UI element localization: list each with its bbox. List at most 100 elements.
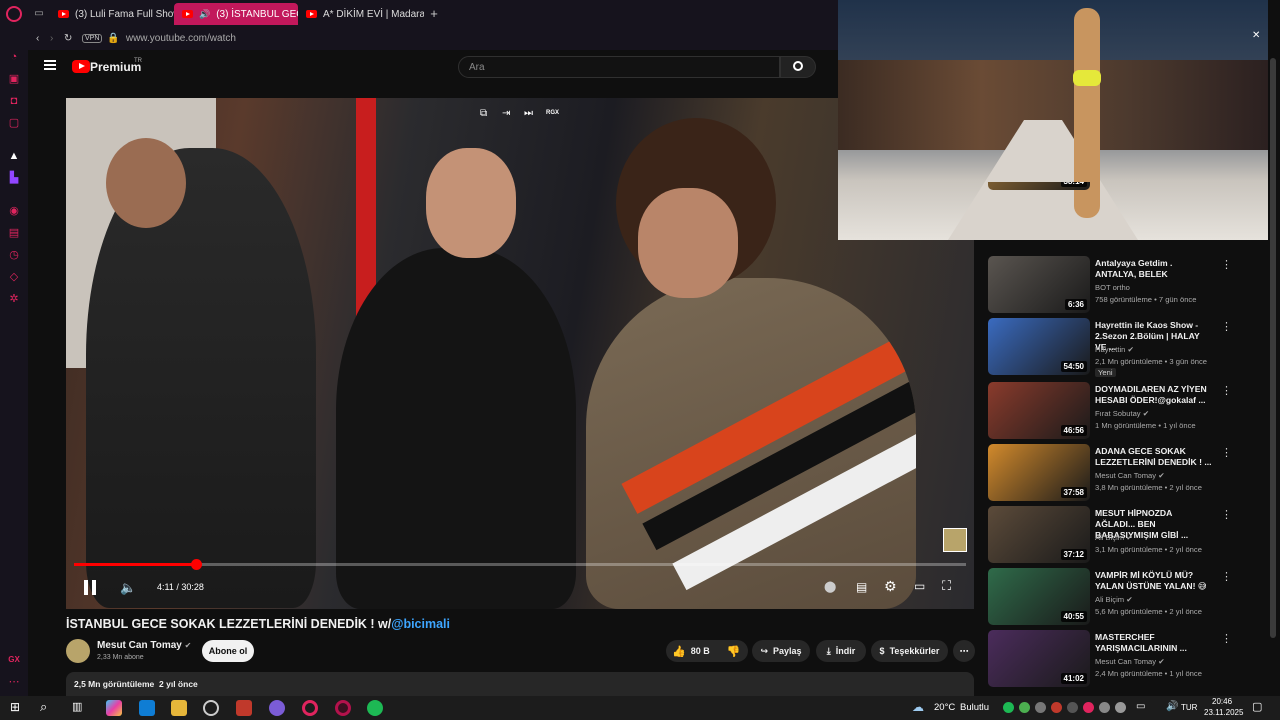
vpn-badge[interactable]: VPN — [82, 33, 103, 43]
channel-watermark[interactable] — [943, 528, 967, 552]
speaker-icon[interactable]: 🔊 — [199, 9, 210, 20]
instagram-icon[interactable]: ▢ — [8, 117, 20, 129]
tray-discord-icon[interactable] — [1035, 702, 1046, 713]
back-icon[interactable]: ‹ — [36, 33, 50, 44]
share-button[interactable]: ↪ Paylaş — [752, 640, 810, 662]
bookmark-icon[interactable]: ▤ — [8, 227, 20, 239]
like-count[interactable]: 80 B — [691, 646, 710, 656]
copilot-icon[interactable] — [106, 700, 122, 716]
thanks-button[interactable]: $ Teşekkürler — [871, 640, 948, 662]
miniplayer-icon[interactable]: ⧉ — [480, 108, 487, 119]
settings-gear-icon[interactable]: ⚙ — [884, 578, 897, 595]
tab-dikim-evi[interactable]: A* DİKİM EVİ | Madara Ol — [298, 3, 424, 25]
popup-close-icon[interactable]: ✕ — [1252, 30, 1260, 41]
channel-name[interactable]: Mesut Can Tomay ✔ — [97, 640, 191, 651]
tray-misc-icon[interactable] — [1067, 702, 1078, 713]
video-thumbnail[interactable]: 41:02 — [988, 630, 1090, 687]
menu-icon[interactable] — [44, 60, 56, 70]
tab-overview-icon[interactable]: ▭ — [28, 8, 50, 19]
weather-icon[interactable]: ☁ — [912, 700, 924, 714]
video-menu-icon[interactable]: ⋮ — [1221, 446, 1232, 459]
video-title[interactable]: VAMPİR Mİ KÖYLÜ MÜ? YALAN ÜSTÜNE YALAN! … — [1095, 570, 1213, 592]
file-explorer-icon[interactable] — [171, 700, 187, 716]
more-icon[interactable]: ⋯ — [8, 676, 20, 688]
pause-button[interactable] — [84, 580, 96, 595]
volume-icon[interactable]: 🔈 — [120, 580, 136, 596]
video-menu-icon[interactable]: ⋮ — [1221, 632, 1232, 645]
description-box[interactable]: 2,5 Mn görüntüleme 2 yıl önce — [66, 672, 974, 696]
video-menu-icon[interactable]: ⋮ — [1221, 384, 1232, 397]
opera-logo-icon[interactable] — [6, 6, 22, 22]
tray-opera-icon[interactable] — [1083, 702, 1094, 713]
video-thumbnail[interactable]: 38:14 — [988, 182, 1090, 190]
tray-volume-icon[interactable]: 🔊 — [1166, 701, 1178, 712]
twitch-icon[interactable]: ▙ — [8, 172, 20, 184]
video-channel[interactable]: Hayrettin ✔ — [1095, 345, 1134, 354]
tab-luli-fama[interactable]: (3) Luli Fama Full Show in — [50, 3, 174, 25]
more-actions-button[interactable]: ⋯ — [953, 640, 975, 662]
video-menu-icon[interactable]: ⋮ — [1221, 570, 1232, 583]
video-title[interactable]: DOYMADILAREN AZ YİYEN HESABI ÖDER!@gokal… — [1095, 384, 1213, 406]
lock-icon[interactable]: 🔒 — [107, 33, 119, 44]
tab-istanbul-gece[interactable]: 🔊(3) İSTANBUL GECE S — [174, 3, 298, 25]
tray-monitor-icon[interactable]: ▭ — [1136, 701, 1145, 712]
clock-app-icon[interactable] — [203, 700, 219, 716]
video-channel[interactable]: Fırat Sobutay ✔ — [1095, 409, 1149, 418]
spotify-icon[interactable] — [367, 700, 383, 716]
subscribe-button[interactable]: Abone ol — [202, 640, 254, 662]
skip-icon[interactable]: ⏭ — [524, 108, 533, 119]
search-input[interactable]: Ara — [458, 56, 780, 78]
tray-network-icon[interactable] — [1099, 702, 1110, 713]
video-channel[interactable]: BOT ortho — [1095, 283, 1130, 292]
video-thumbnail[interactable]: 37:58 — [988, 444, 1090, 501]
forward-icon[interactable]: › — [50, 33, 64, 44]
opera-gx-taskbar-icon[interactable] — [335, 700, 351, 716]
video-channel[interactable]: Ali Biçim ✔ — [1095, 533, 1133, 542]
rgx-badge[interactable]: RGX — [546, 110, 559, 116]
recommended-video[interactable]: 46:56 DOYMADILAREN AZ YİYEN HESABI ÖDER!@… — [988, 382, 1268, 440]
subtitles-icon[interactable]: ▤ — [856, 580, 867, 594]
clock-time[interactable]: 20:46 — [1212, 697, 1232, 706]
video-channel[interactable]: Ali Biçim ✔ — [1095, 595, 1133, 604]
search-taskbar-icon[interactable]: ⌕ — [40, 699, 47, 715]
reload-icon[interactable]: ↻ — [64, 33, 82, 44]
recommended-video[interactable]: 41:02 MASTERCHEF YARIŞMACILARININ ... Mesu… — [988, 630, 1268, 688]
tray-record-icon[interactable] — [1051, 702, 1062, 713]
input-language[interactable]: TUR — [1181, 703, 1197, 712]
url-text[interactable]: www.youtube.com/watch — [126, 33, 236, 44]
video-channel[interactable]: Mesut Can Tomay ✔ — [1095, 657, 1165, 666]
video-menu-icon[interactable]: ⋮ — [1221, 508, 1232, 521]
recommended-video[interactable]: 37:58 ADANA GECE SOKAK LEZZETLERİNİ DENED… — [988, 444, 1268, 502]
messenger-icon[interactable]: ◘ — [8, 95, 20, 107]
video-thumbnail[interactable]: 54:50 — [988, 318, 1090, 375]
tray-spotify-icon[interactable] — [1003, 702, 1014, 713]
page-scrollbar[interactable] — [1270, 58, 1276, 638]
windows-start-icon[interactable]: ⊞ — [10, 700, 20, 714]
player-icon[interactable]: ◉ — [8, 205, 20, 217]
tray-mic-icon[interactable] — [1115, 702, 1126, 713]
new-tab-button[interactable]: + — [424, 6, 444, 21]
dislike-icon[interactable]: 👎 — [727, 645, 741, 658]
media-app-icon[interactable] — [236, 700, 252, 716]
channel-avatar[interactable] — [66, 639, 90, 663]
video-title[interactable]: Antalyaya Getdim . ANTALYA, BELEK — [1095, 258, 1213, 280]
video-menu-icon[interactable]: ⋮ — [1221, 320, 1232, 333]
tray-app-icon[interactable] — [1019, 702, 1030, 713]
chat-app-icon[interactable] — [269, 700, 285, 716]
youtube-logo-icon[interactable] — [72, 60, 90, 73]
bag-icon[interactable]: ▣ — [8, 73, 20, 85]
like-icon[interactable]: 👍 — [672, 645, 686, 658]
recommended-video[interactable]: 6:36 Antalyaya Getdim . ANTALYA, BELEK BOT… — [988, 256, 1268, 314]
extensions-icon[interactable]: ◇ — [8, 271, 20, 283]
speed-dial-icon[interactable]: ◔ — [8, 51, 20, 63]
mention-link[interactable]: @bicimali — [391, 617, 450, 631]
video-thumbnail[interactable]: 37:12 — [988, 506, 1090, 563]
weather-temp[interactable]: 20°C — [934, 702, 955, 713]
theater-mode-icon[interactable]: ▭ — [914, 579, 925, 593]
progress-track[interactable] — [74, 559, 966, 570]
download-button[interactable]: ⤓ İndir — [816, 640, 866, 662]
recommended-video[interactable]: 40:55 VAMPİR Mİ KÖYLÜ MÜ? YALAN ÜSTÜNE YA… — [988, 568, 1268, 626]
video-title[interactable]: ADANA GECE SOKAK LEZZETLERİNİ DENEDİK ! … — [1095, 446, 1213, 468]
aria-icon[interactable]: ▲ — [8, 150, 20, 162]
opera-taskbar-icon[interactable] — [302, 700, 318, 716]
